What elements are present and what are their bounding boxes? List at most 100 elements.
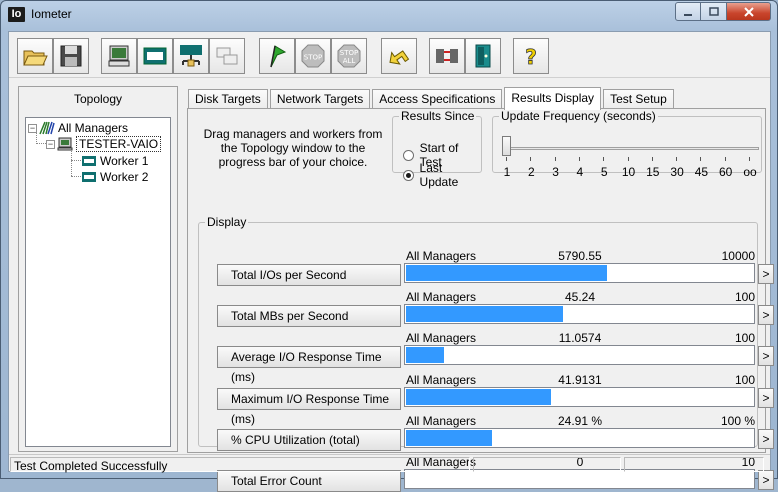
slider-tick-label: 30 xyxy=(670,165,684,179)
metric-button-total-ios[interactable]: Total I/Os per Second xyxy=(217,264,401,286)
stop-icon: STOP xyxy=(301,44,325,68)
tab-test-setup[interactable]: Test Setup xyxy=(603,89,674,109)
exit-door-icon xyxy=(475,44,491,68)
metric-button-total-mbs[interactable]: Total MBs per Second xyxy=(217,305,401,328)
green-flag-icon xyxy=(270,45,287,68)
meter-max: 10000 xyxy=(721,249,755,263)
slider-tick-label: 60 xyxy=(719,165,733,179)
copy-worker-button[interactable] xyxy=(209,38,245,74)
disk-worker-icon xyxy=(81,154,97,168)
new-manager-button[interactable] xyxy=(101,38,137,74)
title-bar[interactable]: Io Iometer xyxy=(1,1,777,27)
radio-last-update[interactable]: Last Update xyxy=(403,161,481,189)
metric-select-button-max-response[interactable]: > xyxy=(758,387,774,408)
help-question-icon: ? xyxy=(525,45,537,70)
status-cell-3 xyxy=(624,457,764,472)
network-worker-icon xyxy=(180,45,202,67)
meter-value: 24.91 % xyxy=(557,413,603,428)
meter-manager-label: All Managers xyxy=(406,249,477,263)
metric-button-max-response[interactable]: Maximum I/O Response Time (ms) xyxy=(217,387,401,426)
tree-label-worker-1: Worker 1 xyxy=(100,154,149,168)
tab-strip: Disk Targets Network Targets Access Spec… xyxy=(188,87,676,110)
maximize-button[interactable] xyxy=(701,2,727,21)
tab-network-targets[interactable]: Network Targets xyxy=(269,89,371,109)
save-config-button[interactable] xyxy=(53,38,89,74)
meter-fill xyxy=(406,306,563,323)
slider-tick-label: 4 xyxy=(576,165,584,179)
open-config-button[interactable] xyxy=(17,38,53,74)
meter-value: 11.0574 xyxy=(558,331,602,346)
exit-button[interactable] xyxy=(465,38,501,74)
about-button[interactable]: ? xyxy=(513,38,549,74)
metric-select-button-error-count[interactable]: > xyxy=(758,470,774,490)
collapse-all-managers[interactable]: − xyxy=(28,123,37,133)
open-folder-icon xyxy=(23,50,48,66)
slider-tick-label: 10 xyxy=(621,165,636,179)
metric-select-button-total-ios[interactable]: > xyxy=(758,264,774,284)
metric-button-error-count[interactable]: Total Error Count xyxy=(217,470,401,492)
tab-results-display[interactable]: Results Display xyxy=(504,87,602,110)
meter-bar-cpu-utilization[interactable] xyxy=(404,427,755,448)
metric-select-button-total-mbs[interactable]: > xyxy=(758,305,774,326)
iometer-app-icon[interactable]: Io xyxy=(8,7,25,22)
meter-manager-label: All Managers xyxy=(406,331,477,346)
tree-item-all-managers[interactable]: − All Managers xyxy=(28,120,128,136)
tree-item-manager[interactable]: − TESTER-VAIO xyxy=(46,136,162,152)
meter-bar-max-response[interactable] xyxy=(404,386,755,407)
radio-circle[interactable] xyxy=(403,149,414,161)
radio-label-last-update: Last Update xyxy=(419,161,459,189)
tab-disk-targets[interactable]: Disk Targets xyxy=(188,89,268,109)
metric-select-button-cpu-utilization[interactable]: > xyxy=(758,428,774,449)
all-managers-icon xyxy=(39,121,55,135)
status-cell-2 xyxy=(473,457,621,472)
new-disk-worker-button[interactable] xyxy=(137,38,173,74)
update-frequency-group: Update Frequency (seconds) 1 2 3 4 5 10 15 30 45… xyxy=(492,109,762,179)
meter-manager-label: All Managers xyxy=(406,413,477,428)
minimize-button[interactable] xyxy=(675,2,701,21)
disconnect-button[interactable] xyxy=(429,38,465,74)
metric-button-cpu-utilization[interactable]: % CPU Utilization (total) xyxy=(217,428,401,451)
new-network-worker-button[interactable] xyxy=(173,38,209,74)
window-title: Iometer xyxy=(31,7,72,21)
collapse-manager[interactable]: − xyxy=(46,139,55,149)
stop-all-icon-label: STOP xyxy=(340,49,358,57)
results-display-panel: Drag managers and workers from the Topol… xyxy=(187,108,774,492)
update-frequency-slider-track[interactable] xyxy=(505,147,759,150)
metric-button-avg-response[interactable]: Average I/O Response Time (ms) xyxy=(217,346,401,384)
meter-value: 41.9131 xyxy=(558,372,602,387)
reset-workers-button[interactable] xyxy=(381,38,417,74)
meter-bar-avg-response[interactable] xyxy=(404,345,755,366)
tree-label-worker-2: Worker 2 xyxy=(100,170,149,184)
meter-bar-error-count[interactable] xyxy=(404,469,755,489)
topology-panel: Topology − All Managers − TESTER-VAIO Wo… xyxy=(18,86,178,452)
start-tests-button[interactable] xyxy=(259,38,295,74)
reset-arrow-icon xyxy=(389,50,410,65)
topology-title: Topology xyxy=(73,92,123,106)
slider-tick xyxy=(700,157,702,161)
radio-circle-selected[interactable] xyxy=(403,169,414,181)
meter-value: 5790.55 xyxy=(558,249,602,263)
stop-all-button[interactable]: STOP ALL xyxy=(331,38,367,74)
update-frequency-slider-thumb[interactable] xyxy=(502,136,511,156)
close-button[interactable] xyxy=(727,2,771,21)
meter-header-total-ios: All Managers 5790.55 10000 xyxy=(404,249,755,263)
meter-fill xyxy=(406,265,607,281)
meter-bar-total-ios[interactable] xyxy=(404,263,755,283)
stop-test-button[interactable]: STOP xyxy=(295,38,331,74)
topology-tree[interactable]: − All Managers − TESTER-VAIO Worker 1 Wo… xyxy=(25,117,171,447)
maximize-icon xyxy=(708,6,719,16)
slider-tick-label: 15 xyxy=(646,165,660,179)
status-bar: Test Completed Successfully xyxy=(9,454,770,473)
slider-tick-label: oo xyxy=(743,165,757,179)
tree-item-worker-2[interactable]: Worker 2 xyxy=(81,169,148,185)
status-cell-main: Test Completed Successfully xyxy=(10,457,470,473)
minimize-icon xyxy=(684,13,692,16)
stop-icon-label: STOP xyxy=(304,54,322,62)
metric-select-button-avg-response[interactable]: > xyxy=(758,346,774,367)
tree-item-worker-1[interactable]: Worker 1 xyxy=(81,153,148,169)
tab-access-specifications[interactable]: Access Specifications xyxy=(372,89,503,109)
meter-manager-label: All Managers xyxy=(406,372,477,387)
meter-bar-total-mbs[interactable] xyxy=(404,304,755,325)
slider-tick-label: 3 xyxy=(552,165,559,179)
results-since-legend: Results Since xyxy=(401,109,475,123)
